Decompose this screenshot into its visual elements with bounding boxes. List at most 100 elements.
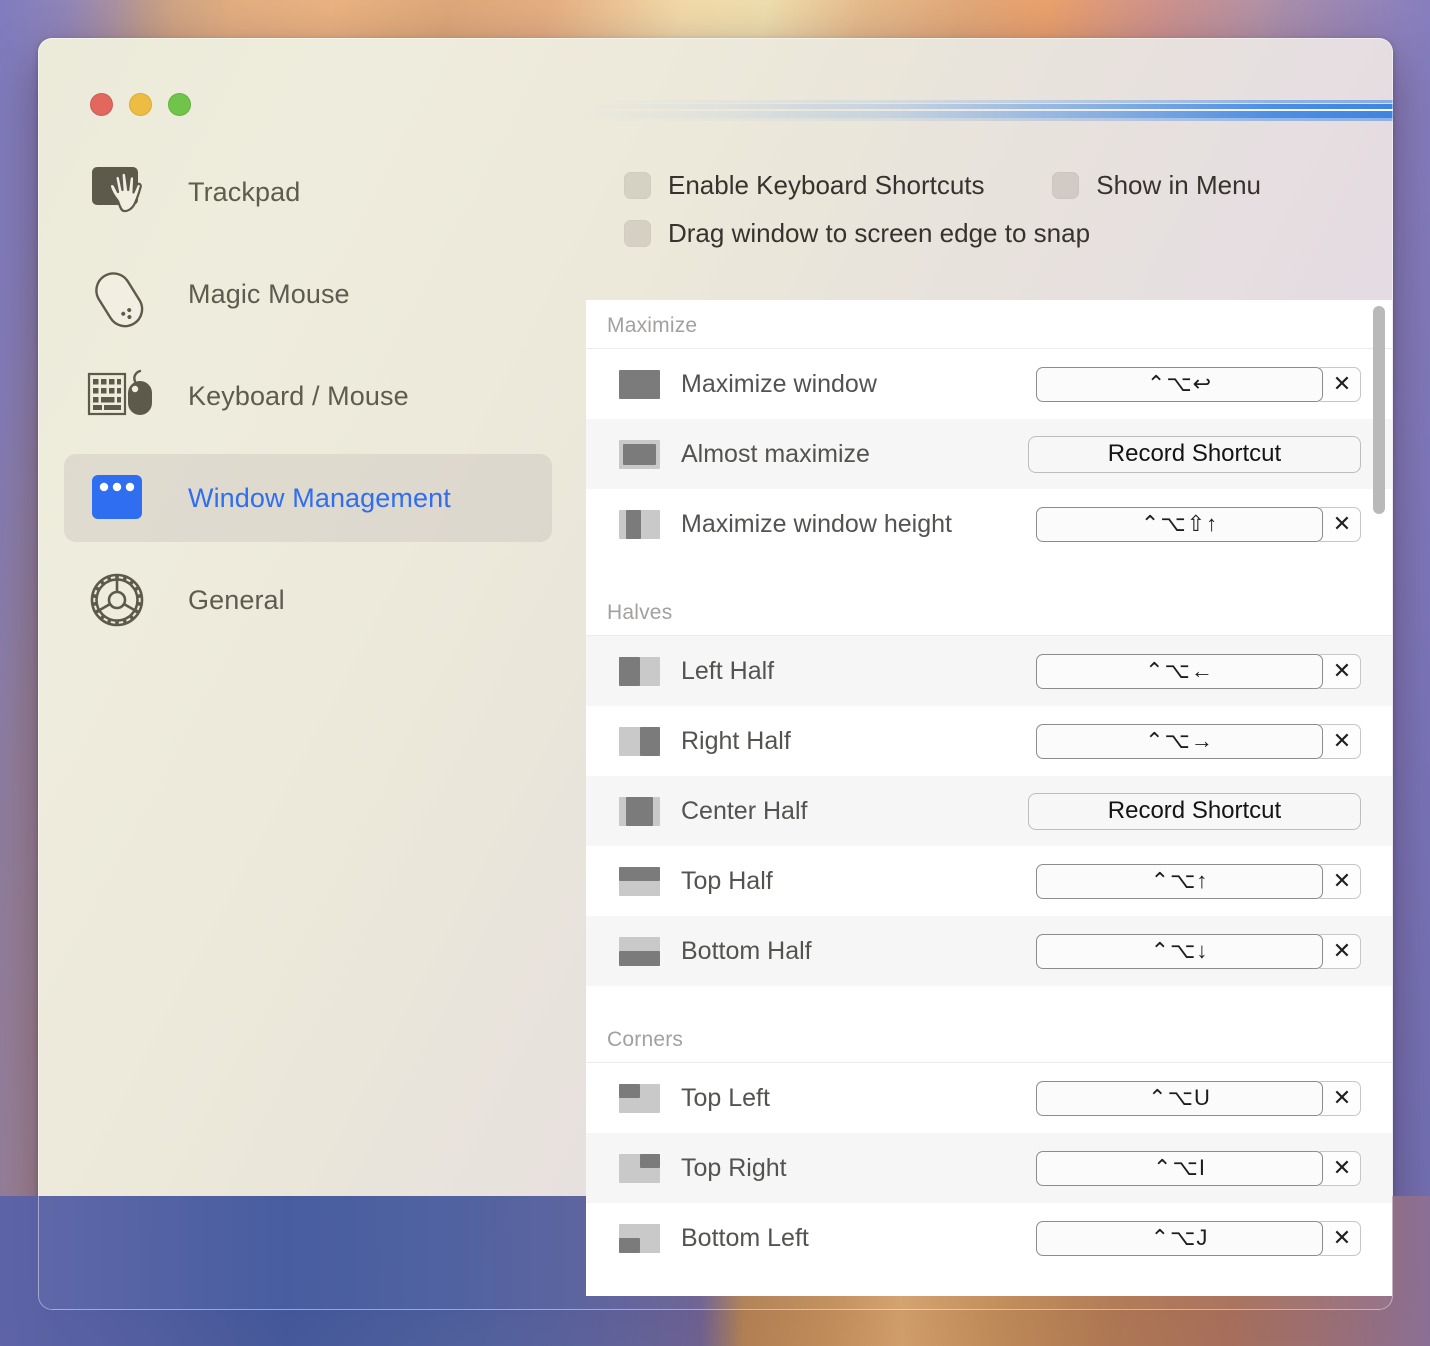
table-row[interactable]: Maximize window ⌃⌥↩✕	[586, 349, 1392, 419]
row-label: Bottom Left	[681, 1224, 809, 1253]
row-label: Bottom Half	[681, 937, 812, 966]
sidebar-item-label: General	[188, 585, 285, 616]
shortcut-field[interactable]: ⌃⌥↓	[1036, 934, 1323, 969]
table-row[interactable]: Maximize window height ⌃⌥⇧↑✕	[586, 489, 1392, 559]
shortcut-group: ⌃⌥U✕	[1036, 1081, 1361, 1116]
desktop-wallpaper: Trackpad Magic Mouse	[0, 0, 1430, 1346]
trackpad-icon	[88, 161, 166, 223]
traffic-lights	[90, 93, 191, 116]
gear-icon	[88, 569, 166, 631]
sidebar-item-trackpad[interactable]: Trackpad	[64, 148, 552, 236]
shortcut-field[interactable]: ⌃⌥↑	[1036, 864, 1323, 899]
shortcut-group: ⌃⌥←✕	[1036, 654, 1361, 689]
left-half-icon	[619, 657, 660, 686]
checkbox-enable-keyboard-shortcuts[interactable]: Enable Keyboard Shortcuts	[624, 170, 985, 201]
shortcut-field[interactable]: ⌃⌥←	[1036, 654, 1323, 689]
record-shortcut-button[interactable]: Record Shortcut	[1028, 436, 1361, 473]
sidebar-item-label: Trackpad	[188, 177, 300, 208]
row-label: Top Left	[681, 1084, 770, 1113]
row-control: Record Shortcut	[1028, 793, 1361, 830]
shortcut-field[interactable]: ⌃⌥⇧↑	[1036, 507, 1323, 542]
row-control: ⌃⌥→✕	[1036, 724, 1361, 759]
row-label: Maximize window	[681, 370, 877, 399]
row-control: ⌃⌥↓✕	[1036, 934, 1361, 969]
table-row[interactable]: Right Half⌃⌥→✕	[586, 706, 1392, 776]
shortcut-field[interactable]: ⌃⌥J	[1036, 1221, 1323, 1256]
group-header: Corners	[586, 986, 1392, 1062]
table-row[interactable]: Almost maximize Record Shortcut	[586, 419, 1392, 489]
checkbox-label: Show in Menu	[1096, 170, 1261, 201]
table-row[interactable]: Top Left ⌃⌥U✕	[586, 1063, 1392, 1133]
table-row[interactable]: Bottom Left ⌃⌥J✕	[586, 1203, 1392, 1273]
table-row[interactable]: Center HalfRecord Shortcut	[586, 776, 1392, 846]
shortcut-field[interactable]: ⌃⌥I	[1036, 1151, 1323, 1186]
table-row[interactable]: Bottom Half ⌃⌥↓✕	[586, 916, 1392, 986]
checkbox-label: Drag window to screen edge to snap	[668, 218, 1090, 249]
top-half-icon	[619, 867, 660, 896]
sidebar: Trackpad Magic Mouse	[38, 148, 578, 658]
row-label: Almost maximize	[681, 440, 870, 469]
window-titlebar	[38, 38, 1393, 134]
options-area: Enable Keyboard Shortcuts Show in Menu D…	[624, 170, 1353, 266]
row-label: Left Half	[681, 657, 774, 686]
group-header: Maximize	[586, 300, 1392, 348]
shortcut-group: ⌃⌥J✕	[1036, 1221, 1361, 1256]
table-row[interactable]: Top Right ⌃⌥I✕	[586, 1133, 1392, 1203]
full-height-icon	[619, 510, 660, 539]
full-window-icon	[619, 370, 660, 399]
group-table: Maximize window ⌃⌥↩✕ Almost maximize Record…	[586, 348, 1392, 559]
scrollbar-thumb[interactable]	[1373, 306, 1385, 514]
shortcut-group: ⌃⌥⇧↑✕	[1036, 507, 1361, 542]
close-button[interactable]	[90, 93, 113, 116]
keyboard-mouse-icon	[88, 365, 166, 427]
checkbox-show-in-menu[interactable]: Show in Menu	[1052, 170, 1261, 201]
window-management-icon	[88, 467, 166, 529]
shortcut-field[interactable]: ⌃⌥U	[1036, 1081, 1323, 1116]
row-label: Top Half	[681, 867, 773, 896]
right-half-icon	[619, 727, 660, 756]
decorative-stripe	[568, 90, 1393, 124]
shortcut-group: ⌃⌥→✕	[1036, 724, 1361, 759]
maximize-button[interactable]	[168, 93, 191, 116]
shortcut-group: ⌃⌥↑✕	[1036, 864, 1361, 899]
row-control: ⌃⌥J✕	[1036, 1221, 1361, 1256]
checkbox-box[interactable]	[1052, 172, 1079, 199]
row-control: Record Shortcut	[1028, 436, 1361, 473]
sidebar-item-general[interactable]: General	[64, 556, 552, 644]
magic-mouse-icon	[88, 263, 166, 325]
checkbox-drag-window-to-snap[interactable]: Drag window to screen edge to snap	[624, 218, 1090, 249]
options-row-2: Drag window to screen edge to snap	[624, 218, 1353, 266]
row-control: ⌃⌥↩✕	[1036, 367, 1361, 402]
row-label: Maximize window height	[681, 510, 952, 539]
app-window: Trackpad Magic Mouse	[38, 38, 1393, 1310]
group-table: Top Left ⌃⌥U✕ Top Right ⌃⌥I✕ Bottom Left ⌃⌥J✕	[586, 1062, 1392, 1273]
panel-scrollbar[interactable]	[1373, 306, 1385, 1290]
shortcuts-list: Maximize Maximize window ⌃⌥↩✕ Almost maximi…	[586, 300, 1392, 1273]
top-left-icon	[619, 1084, 660, 1113]
options-row-1: Enable Keyboard Shortcuts Show in Menu	[624, 170, 1353, 218]
shortcuts-panel[interactable]: Maximize Maximize window ⌃⌥↩✕ Almost maximi…	[586, 300, 1392, 1296]
shortcut-field[interactable]: ⌃⌥→	[1036, 724, 1323, 759]
record-shortcut-button[interactable]: Record Shortcut	[1028, 793, 1361, 830]
sidebar-item-window-management[interactable]: Window Management	[64, 454, 552, 542]
table-row[interactable]: Left Half ⌃⌥←✕	[586, 636, 1392, 706]
row-control: ⌃⌥⇧↑✕	[1036, 507, 1361, 542]
center-half-icon	[619, 797, 660, 826]
group-header: Halves	[586, 559, 1392, 635]
shortcut-field[interactable]: ⌃⌥↩	[1036, 367, 1323, 402]
checkbox-box[interactable]	[624, 172, 651, 199]
sidebar-item-label: Keyboard / Mouse	[188, 381, 409, 412]
almost-maximize-icon	[619, 440, 660, 469]
sidebar-item-keyboard-mouse[interactable]: Keyboard / Mouse	[64, 352, 552, 440]
sidebar-item-magic-mouse[interactable]: Magic Mouse	[64, 250, 552, 338]
checkbox-box[interactable]	[624, 220, 651, 247]
shortcut-group: ⌃⌥↩✕	[1036, 367, 1361, 402]
shortcut-group: ⌃⌥↓✕	[1036, 934, 1361, 969]
row-control: ⌃⌥U✕	[1036, 1081, 1361, 1116]
row-label: Top Right	[681, 1154, 787, 1183]
bottom-half-icon	[619, 937, 660, 966]
shortcut-group: ⌃⌥I✕	[1036, 1151, 1361, 1186]
table-row[interactable]: Top Half ⌃⌥↑✕	[586, 846, 1392, 916]
row-control: ⌃⌥I✕	[1036, 1151, 1361, 1186]
minimize-button[interactable]	[129, 93, 152, 116]
